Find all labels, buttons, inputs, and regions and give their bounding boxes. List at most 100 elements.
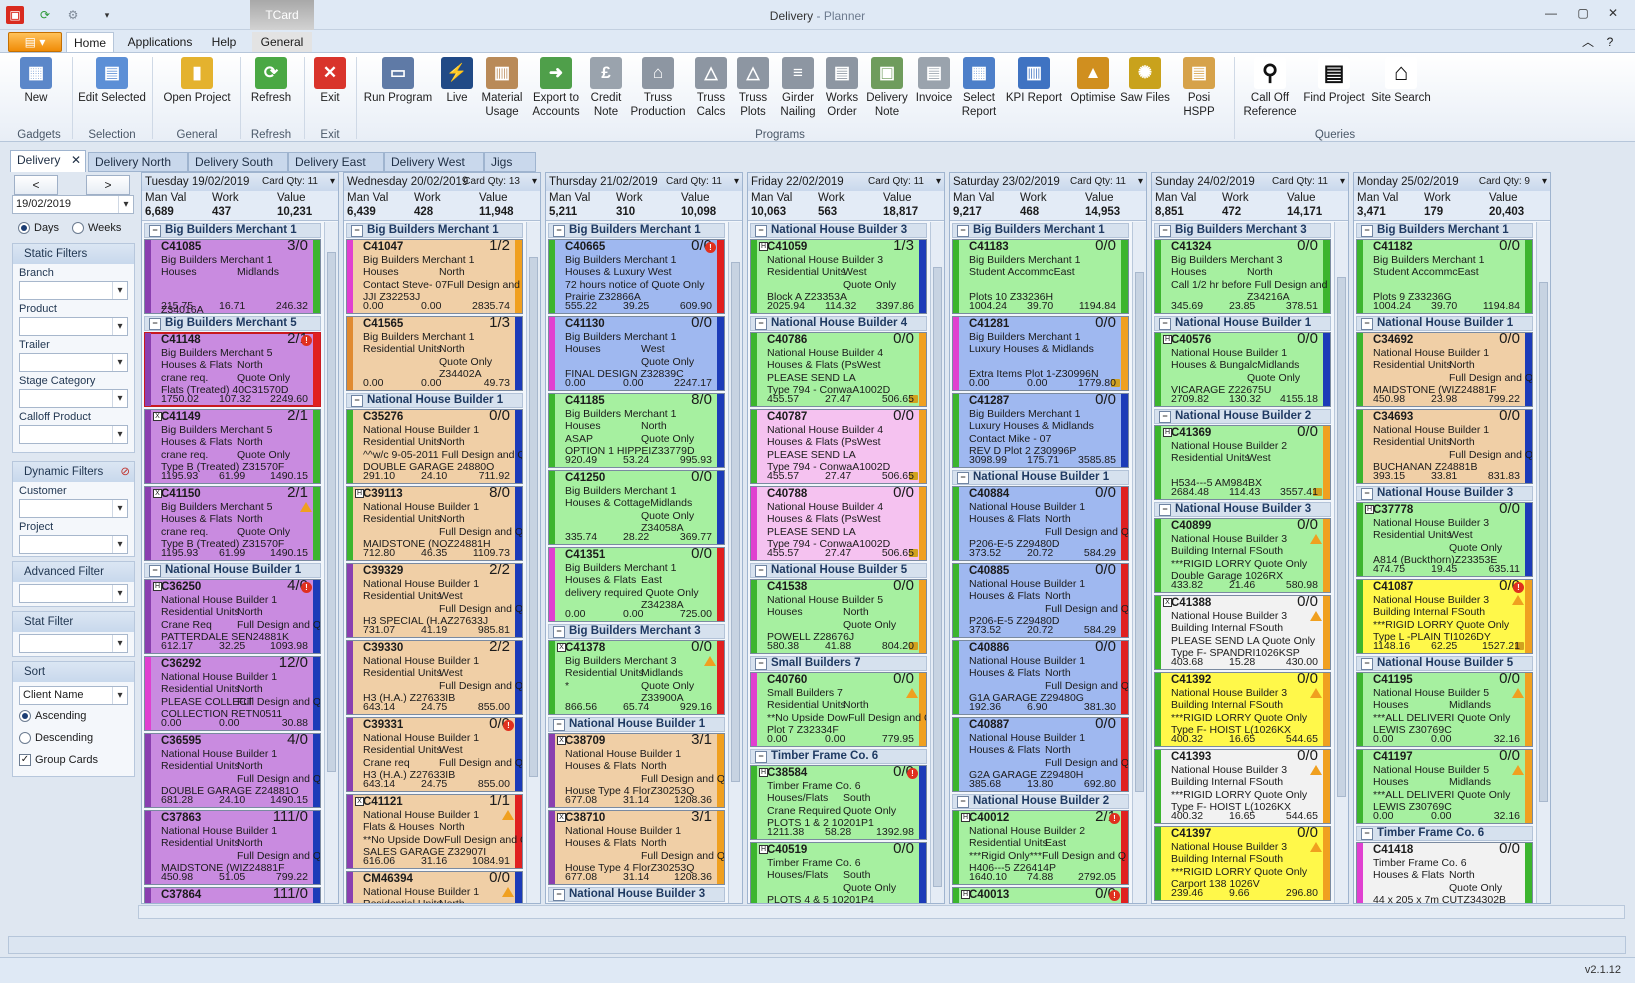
customer-group-header[interactable]: Big Builders Merchant 3 bbox=[1154, 223, 1331, 238]
delivery-card[interactable]: C38584 0/0 H! Timber Frame Co. 6 Houses/Flat… bbox=[750, 765, 927, 840]
delivery-card[interactable]: C34693 0/0 National House Builder 1 Residen… bbox=[1356, 409, 1533, 484]
group-cards-checkbox[interactable]: ✓ Group Cards bbox=[13, 749, 134, 771]
customer-group-header[interactable]: National House Builder 1 bbox=[548, 717, 725, 732]
column-scrollbar[interactable] bbox=[728, 222, 742, 903]
truss-production-button[interactable]: ⌂ Truss Production bbox=[628, 57, 688, 119]
column-dropdown-icon[interactable]: ▾ bbox=[1340, 173, 1345, 191]
posi-hspp-button[interactable]: ▤ Posi HSPP bbox=[1172, 57, 1226, 119]
delivery-card[interactable]: C41130 0/0 Big Builders Merchant 1 Houses We… bbox=[548, 316, 725, 391]
stat-filter-header[interactable]: Stat Filter bbox=[13, 612, 134, 632]
branch-combo[interactable] bbox=[19, 281, 128, 300]
ascending-radio[interactable]: Ascending bbox=[13, 705, 134, 727]
customer-group-header[interactable]: National House Builder 2 bbox=[952, 794, 1129, 809]
project-combo[interactable] bbox=[19, 535, 128, 554]
customer-combo[interactable] bbox=[19, 499, 128, 518]
tab-delivery[interactable]: Delivery ✕ bbox=[10, 150, 86, 172]
export-accounts-button[interactable]: ➜ Export to Accounts bbox=[528, 57, 584, 119]
board-horizontal-scrollbar[interactable] bbox=[138, 905, 1625, 919]
site-search-button[interactable]: ⌂ Site Search bbox=[1370, 57, 1432, 105]
scroll-thumb[interactable] bbox=[1539, 282, 1548, 802]
customer-group-header[interactable]: National House Builder 1 bbox=[952, 470, 1129, 485]
delivery-card[interactable]: C39331 0/0! National House Builder 1 Reside… bbox=[346, 717, 523, 792]
delivery-card[interactable]: C41182 0/0 Big Builders Merchant 1 Student … bbox=[1356, 239, 1533, 314]
delivery-card[interactable]: C37778 0/0 H National House Builder 3 Reside… bbox=[1356, 502, 1533, 577]
delivery-card[interactable]: C41150 2/1 X Big Builders Merchant 5 Houses … bbox=[144, 486, 321, 561]
delivery-card[interactable]: C40787 0/0 National House Builder 4 Houses … bbox=[750, 409, 927, 484]
advanced-filter-combo[interactable] bbox=[19, 584, 128, 603]
delivery-card[interactable]: C36292 12/0 National House Builder 1 Reside… bbox=[144, 656, 321, 731]
delivery-card[interactable]: C40884 0/0 National House Builder 1 Houses … bbox=[952, 486, 1129, 561]
customer-group-header[interactable]: Big Builders Merchant 1 bbox=[548, 223, 725, 238]
tab-delivery-south[interactable]: Delivery South bbox=[188, 152, 288, 172]
exit-button[interactable]: ✕ Exit bbox=[310, 57, 350, 105]
customer-group-header[interactable]: Big Builders Merchant 5 bbox=[144, 316, 321, 331]
delivery-card[interactable]: C36250 4/0 H! National House Builder 1 Resid… bbox=[144, 579, 321, 654]
tab-home[interactable]: Home bbox=[66, 32, 114, 52]
delivery-card[interactable]: C37864 111/0National House Builder 1 bbox=[144, 887, 321, 903]
customer-group-header[interactable]: National House Builder 1 bbox=[1356, 316, 1533, 331]
column-header[interactable]: Wednesday 20/02/2019 Card Qty: 13 ▾ bbox=[344, 173, 540, 191]
delivery-card[interactable]: C38709 3/1 X National House Builder 1 Houses… bbox=[548, 733, 725, 808]
customer-group-header[interactable]: Small Builders 7 bbox=[750, 656, 927, 671]
collapse-ribbon-icon[interactable]: ︿ bbox=[1580, 32, 1596, 52]
column-scrollbar[interactable] bbox=[1334, 222, 1348, 903]
scroll-thumb[interactable] bbox=[529, 257, 538, 777]
trailer-combo[interactable] bbox=[19, 353, 128, 372]
scroll-thumb[interactable] bbox=[1337, 277, 1346, 797]
customer-group-header[interactable]: Big Builders Merchant 1 bbox=[1356, 223, 1533, 238]
delivery-card[interactable]: C40899 0/0 National House Builder 3 Buildin… bbox=[1154, 518, 1331, 593]
customer-group-header[interactable]: Big Builders Merchant 1 bbox=[346, 223, 523, 238]
delivery-card[interactable]: C41250 0/0 Big Builders Merchant 1 Houses &… bbox=[548, 470, 725, 545]
run-program-button[interactable]: ▭ Run Program bbox=[362, 57, 434, 105]
customer-group-header[interactable]: National House Builder 3 bbox=[1154, 502, 1331, 517]
delivery-card[interactable]: C40519 0/0 H Timber Frame Co. 6 Houses/Flats… bbox=[750, 842, 927, 903]
column-dropdown-icon[interactable]: ▾ bbox=[734, 173, 739, 191]
delivery-card[interactable]: C41197 0/0 National House Builder 5 Houses M… bbox=[1356, 749, 1533, 824]
credit-note-button[interactable]: £ Credit Note bbox=[586, 57, 626, 119]
column-header[interactable]: Friday 22/02/2019 Card Qty: 11 ▾ bbox=[748, 173, 944, 191]
column-header[interactable]: Thursday 21/02/2019 Card Qty: 11 ▾ bbox=[546, 173, 742, 191]
tab-delivery-west[interactable]: Delivery West bbox=[384, 152, 484, 172]
close-tab-icon[interactable]: ✕ bbox=[71, 151, 81, 169]
file-menu-button[interactable]: ▤ ▾ bbox=[8, 32, 62, 52]
find-project-button[interactable]: ▤ Find Project bbox=[1302, 57, 1366, 105]
weeks-radio[interactable]: Weeks bbox=[66, 217, 121, 239]
saw-files-button[interactable]: ✺ Saw Files bbox=[1120, 57, 1170, 105]
material-usage-button[interactable]: ▥ Material Usage bbox=[478, 57, 526, 119]
tab-help[interactable]: Help bbox=[204, 32, 244, 52]
column-dropdown-icon[interactable]: ▾ bbox=[1138, 173, 1143, 191]
delivery-card[interactable]: C40012 2/1 H! National House Builder 2 Resid… bbox=[952, 810, 1129, 885]
customer-group-header[interactable]: National House Builder 5 bbox=[1356, 656, 1533, 671]
column-header[interactable]: Sunday 24/02/2019 Card Qty: 11 ▾ bbox=[1152, 173, 1348, 191]
customer-group-header[interactable]: Big Builders Merchant 3 bbox=[548, 624, 725, 639]
maximize-icon[interactable]: ▢ bbox=[1572, 6, 1594, 24]
refresh-button[interactable]: ⟳ Refresh bbox=[248, 57, 294, 105]
delivery-card[interactable]: C41149 2/1 X Big Builders Merchant 5 Houses … bbox=[144, 409, 321, 484]
column-header[interactable]: Saturday 23/02/2019 Card Qty: 11 ▾ bbox=[950, 173, 1146, 191]
column-scrollbar[interactable] bbox=[526, 222, 540, 903]
close-icon[interactable]: ✕ bbox=[1602, 6, 1624, 24]
customer-group-header[interactable]: National House Builder 3 bbox=[750, 223, 927, 238]
customer-group-header[interactable]: Big Builders Merchant 1 bbox=[952, 223, 1129, 238]
column-header[interactable]: Monday 25/02/2019 Card Qty: 9 ▾ bbox=[1354, 173, 1550, 191]
delivery-card[interactable]: C41418 0/0 Timber Frame Co. 6 Houses & Flat… bbox=[1356, 842, 1533, 903]
clear-filter-icon[interactable]: ⊘ bbox=[120, 462, 130, 482]
next-day-button[interactable]: > bbox=[86, 175, 130, 195]
delivery-card[interactable]: C38710 3/1 X National House Builder 1 Houses… bbox=[548, 810, 725, 885]
kpi-report-button[interactable]: ▥ KPI Report bbox=[1004, 57, 1064, 105]
customer-group-header[interactable]: National House Builder 2 bbox=[1154, 409, 1331, 424]
delivery-card[interactable]: C41388 0/0 X National House Builder 3 Buildi… bbox=[1154, 595, 1331, 670]
invoice-button[interactable]: ▤ Invoice bbox=[912, 57, 956, 105]
advanced-filter-header[interactable]: Advanced Filter bbox=[13, 562, 134, 582]
delivery-card[interactable]: C40788 0/0 National House Builder 4 Houses … bbox=[750, 486, 927, 561]
delivery-card[interactable]: C41185 8/0 Big Builders Merchant 1 Houses No… bbox=[548, 393, 725, 468]
select-report-button[interactable]: ▦ Select Report bbox=[958, 57, 1000, 119]
column-dropdown-icon[interactable]: ▾ bbox=[532, 173, 537, 191]
date-picker[interactable]: 19/02/2019 bbox=[12, 195, 134, 214]
column-dropdown-icon[interactable]: ▾ bbox=[936, 173, 941, 191]
scroll-thumb[interactable] bbox=[1135, 272, 1144, 792]
delivery-card[interactable]: C41397 0/0 National House Builder 3 Buildin… bbox=[1154, 826, 1331, 901]
delivery-note-button[interactable]: ▣ Delivery Note bbox=[864, 57, 910, 119]
customer-group-header[interactable]: National House Builder 1 bbox=[1154, 316, 1331, 331]
customer-group-header[interactable]: Big Builders Merchant 1 bbox=[144, 223, 321, 238]
